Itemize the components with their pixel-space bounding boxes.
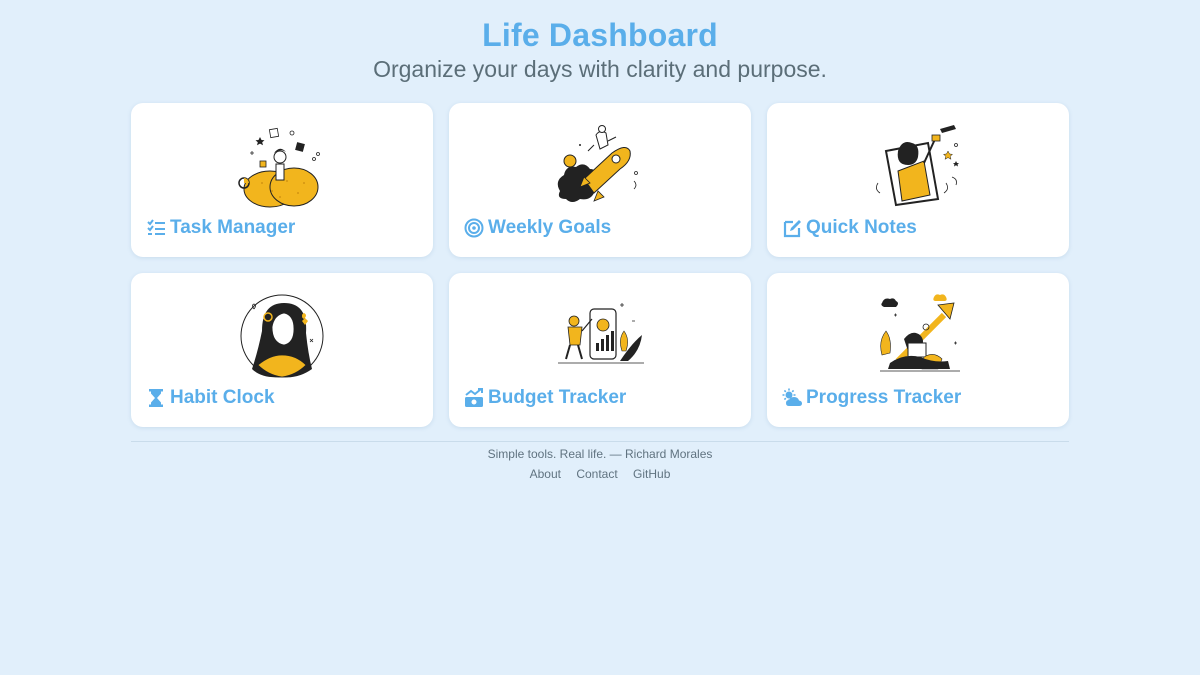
person-with-tasks-illustration (232, 121, 332, 211)
person-laptop-growth-arrow-illustration (868, 291, 968, 381)
card-quick-notes[interactable]: Quick Notes (767, 103, 1069, 257)
celebrating-person-frame-illustration (868, 121, 968, 211)
woman-portrait-circle-illustration (232, 291, 332, 381)
card-title-progress-tracker: Progress Tracker (782, 387, 961, 409)
hourglass-icon (146, 388, 166, 408)
target-icon (464, 218, 484, 238)
card-budget-tracker[interactable]: Budget Tracker (449, 273, 751, 427)
edit-note-icon (782, 218, 802, 238)
card-task-manager[interactable]: Task Manager (131, 103, 433, 257)
card-label: Quick Notes (806, 217, 917, 238)
page-title: Life Dashboard (482, 17, 718, 53)
card-label: Progress Tracker (806, 387, 962, 408)
rocket-launch-illustration (550, 121, 650, 211)
card-label: Budget Tracker (488, 387, 627, 408)
footer-link-github[interactable]: GitHub (633, 467, 670, 481)
card-title-habit-clock: Habit Clock (146, 387, 275, 409)
footer-link-about[interactable]: About (530, 467, 561, 481)
card-title-quick-notes: Quick Notes (782, 217, 917, 239)
page-subtitle: Organize your days with clarity and purp… (373, 56, 827, 82)
card-title-task-manager: Task Manager (146, 217, 295, 239)
footer-link-contact[interactable]: Contact (576, 467, 617, 481)
tools-grid: Task Manager Weekly Goals Quick Notes Ha… (131, 103, 1069, 427)
card-title-budget-tracker: Budget Tracker (464, 387, 626, 409)
card-habit-clock[interactable]: Habit Clock (131, 273, 433, 427)
card-label: Task Manager (170, 217, 296, 238)
phone-growth-chart-illustration (550, 291, 650, 381)
task-list-icon (146, 218, 166, 238)
money-growth-icon (464, 388, 484, 408)
footer-divider (131, 441, 1069, 442)
card-label: Habit Clock (170, 387, 275, 408)
sun-cloud-icon (782, 388, 802, 408)
footer-links: About Contact GitHub (0, 467, 1200, 481)
card-title-weekly-goals: Weekly Goals (464, 217, 611, 239)
page-header: Life Dashboard Organize your days with c… (0, 0, 1200, 83)
card-progress-tracker[interactable]: Progress Tracker (767, 273, 1069, 427)
card-label: Weekly Goals (488, 217, 612, 238)
footer-tagline: Simple tools. Real life. — Richard Moral… (487, 447, 713, 461)
card-weekly-goals[interactable]: Weekly Goals (449, 103, 751, 257)
